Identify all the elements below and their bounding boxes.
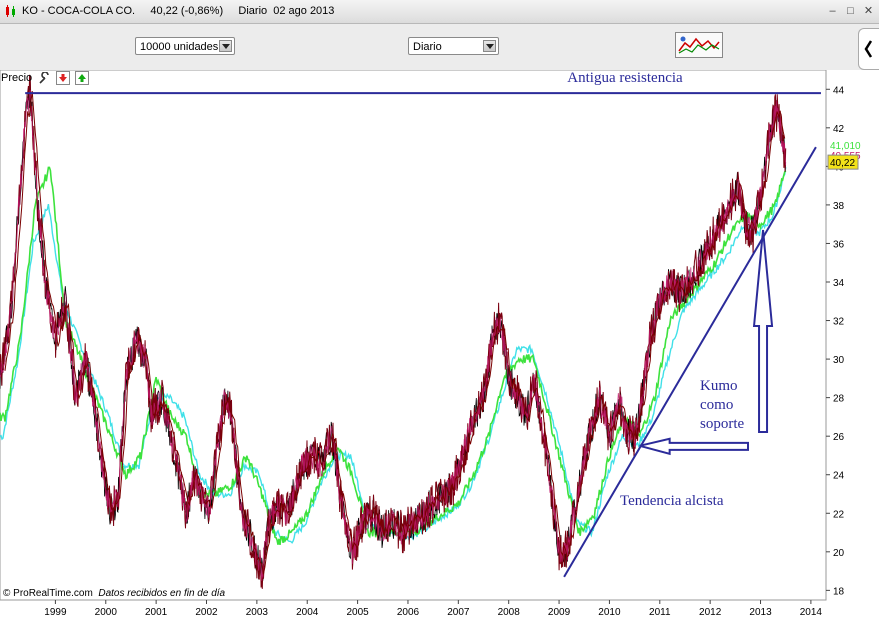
window-titlebar: KO - COCA-COLA CO. 40,22 (-0,86%) Diario… (0, 0, 879, 24)
y-tick-label: 42 (833, 124, 845, 135)
footer-brand: © ProRealTime.com (3, 588, 93, 599)
footer: © ProRealTime.com Datos recibidos en fin… (3, 588, 225, 599)
y-tick-label: 26 (833, 432, 845, 443)
y-tick-label: 34 (833, 278, 845, 289)
y-tick-label: 22 (833, 509, 845, 520)
period-select[interactable]: Diario (408, 37, 499, 55)
side-panel-tab[interactable] (858, 28, 879, 70)
y-tick-label: 18 (833, 586, 845, 597)
x-tick-label: 2002 (195, 607, 218, 618)
x-tick-label: 2010 (598, 607, 621, 618)
y-tick-label: 38 (833, 201, 845, 212)
trend-label: Tendencia alcista (620, 493, 724, 509)
x-tick-label: 2008 (498, 607, 521, 618)
period-select-value: Diario (413, 41, 442, 53)
y-tick-label: 32 (833, 317, 845, 328)
x-tick-label: 2006 (397, 607, 420, 618)
x-tick-label: 2007 (447, 607, 470, 618)
x-tick-label: 2000 (95, 607, 118, 618)
indicators-button[interactable] (675, 32, 723, 58)
x-tick-label: 2013 (749, 607, 772, 618)
units-select-value: 10000 unidades (140, 41, 219, 53)
resistance-label: Antigua resistencia (567, 70, 683, 86)
x-tick-label: 2012 (699, 607, 722, 618)
units-select[interactable]: 10000 unidades (135, 37, 235, 55)
chevron-left-icon (864, 40, 873, 58)
close-button[interactable]: ✕ (862, 5, 875, 18)
y-tick-label: 28 (833, 394, 845, 405)
y-tick-label: 44 (833, 85, 845, 96)
candlestick-app-icon (6, 5, 15, 17)
add-indicator-button[interactable] (75, 71, 90, 85)
green-up-arrow-icon (78, 74, 87, 82)
x-tick-label: 2014 (800, 607, 823, 618)
x-tick-label: 2003 (246, 607, 269, 618)
minimize-button[interactable]: – (826, 5, 839, 18)
chevron-down-icon[interactable] (219, 40, 232, 52)
kumo-label-line: soporte (700, 416, 745, 432)
chart-indicators-icon (678, 36, 720, 54)
kumo-label-line: Kumo (700, 378, 738, 394)
price-axis-labels: 41,01040,55540,22 (827, 141, 861, 170)
price-chart[interactable]: 1999 2000 2001 2002 2003 2004 2005 2006 2007 2008… (0, 70, 879, 620)
y-tick-label: 20 (833, 548, 845, 559)
wrench-icon[interactable] (37, 70, 51, 85)
y-tick-label: 24 (833, 471, 845, 482)
x-tick-label: 2004 (296, 607, 319, 618)
red-down-arrow-icon (59, 74, 68, 82)
y-tick-label: 36 (833, 239, 845, 250)
panel-header: Precio (1, 70, 90, 87)
x-tick-label: 1999 (44, 607, 67, 618)
kumo-label-line: como (700, 397, 733, 413)
window-title: KO - COCA-COLA CO. 40,22 (-0,86%) Diario… (22, 5, 335, 17)
remove-indicator-button[interactable] (56, 71, 71, 85)
x-tick-label: 2009 (548, 607, 571, 618)
x-tick-label: 2001 (145, 607, 168, 618)
footer-note: Datos recibidos en fin de día (98, 588, 226, 599)
y-tick-label: 30 (833, 355, 845, 366)
price-axis-label: 40,22 (830, 158, 855, 169)
restore-button[interactable]: □ (844, 5, 857, 18)
chevron-down-icon[interactable] (483, 40, 496, 52)
x-tick-label: 2005 (346, 607, 369, 618)
panel-label: Precio (1, 72, 33, 84)
x-tick-label: 2011 (649, 607, 671, 618)
